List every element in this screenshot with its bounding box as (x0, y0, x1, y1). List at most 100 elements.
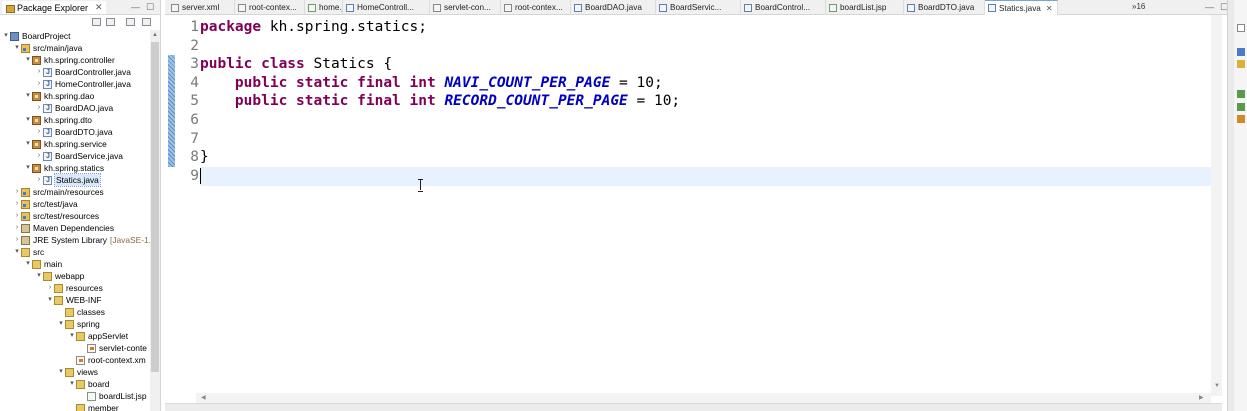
editor-tab[interactable]: BoardDAO.java (571, 0, 656, 15)
tab-overflow-button[interactable]: »16 (1132, 2, 1145, 11)
minimize-icon[interactable]: — (1205, 2, 1214, 13)
expand-arrow-icon[interactable]: ▾ (24, 258, 32, 270)
tree-item[interactable]: ▾ src/main/java (0, 42, 82, 54)
tree-item[interactable]: ▾ WEB-INF (0, 294, 101, 306)
tree-item[interactable]: › BoardService.java (0, 150, 123, 163)
tree-item[interactable]: boardList.jsp (0, 390, 147, 402)
collapse-arrow-icon[interactable]: › (13, 186, 21, 198)
collapse-arrow-icon[interactable]: › (13, 234, 21, 246)
expand-arrow-icon[interactable]: ▾ (68, 330, 76, 342)
tree-item[interactable]: ▾ main (0, 258, 62, 270)
expand-arrow-icon[interactable]: ▾ (24, 90, 32, 102)
tree-item[interactable]: ▾ board (0, 378, 109, 390)
collapse-all-icon[interactable] (92, 18, 101, 26)
view-menu-icon[interactable] (142, 18, 151, 26)
close-icon[interactable]: ✕ (1046, 4, 1053, 13)
editor-tab[interactable]: servlet-con... (430, 0, 501, 15)
tree-item[interactable]: ▾ spring (0, 318, 100, 330)
collapse-arrow-icon[interactable]: › (35, 66, 43, 78)
collapse-arrow-icon[interactable]: › (35, 174, 43, 186)
editor-tab[interactable]: root-contex... (235, 0, 305, 15)
expand-arrow-icon[interactable]: ▾ (57, 366, 65, 378)
code-line[interactable]: public static final int NAVI_COUNT_PER_P… (200, 74, 663, 93)
scroll-left-arrow-icon[interactable]: ◀ (201, 394, 206, 401)
editor-tab[interactable]: home.jsp (305, 0, 343, 15)
tree-item[interactable]: › JRE System Library [JavaSE-1.8 (0, 234, 156, 246)
editor-tab[interactable]: server.xml (168, 0, 235, 15)
tree-item[interactable]: › src/test/resources (0, 210, 99, 222)
tree-item[interactable]: servlet-conte (0, 342, 147, 354)
expand-arrow-icon[interactable]: ▾ (13, 42, 21, 54)
collapse-arrow-icon[interactable]: › (46, 282, 54, 294)
tree-item[interactable]: › resources (0, 282, 103, 294)
tree-item[interactable]: › BoardController.java (0, 66, 131, 79)
code-line[interactable]: public class Statics { (200, 55, 392, 74)
expand-arrow-icon[interactable]: ▾ (35, 270, 43, 282)
editor-vertical-scrollbar[interactable]: ▼ (1211, 15, 1222, 396)
expand-arrow-icon[interactable]: ▾ (2, 30, 10, 42)
tree-item[interactable]: ▾ kh.spring.statics (0, 162, 104, 174)
editor-tab[interactable]: BoardServic... (656, 0, 741, 15)
scroll-right-arrow-icon[interactable]: ▶ (1199, 394, 1204, 401)
tree-item[interactable]: › BoardDTO.java (0, 126, 113, 139)
collapse-arrow-icon[interactable]: › (35, 78, 43, 90)
expand-arrow-icon[interactable]: ▾ (68, 378, 76, 390)
tree-item[interactable]: ▾ BoardProject (0, 30, 70, 42)
collapse-arrow-icon[interactable]: › (35, 102, 43, 114)
editor-tab[interactable]: BoardControl... (741, 0, 826, 15)
close-icon[interactable]: ✕ (95, 2, 103, 13)
collapse-arrow-icon[interactable]: › (35, 150, 43, 162)
tree-item[interactable]: ▾ src (0, 246, 44, 258)
tree-item[interactable]: › Statics.java (0, 173, 101, 187)
servers-icon[interactable] (1237, 115, 1245, 123)
tree-item[interactable]: ▾ kh.spring.dao (0, 90, 94, 102)
outline-icon[interactable] (1237, 24, 1245, 32)
focus-icon[interactable] (126, 18, 135, 26)
tree-item[interactable]: › BoardDAO.java (0, 102, 113, 115)
explorer-scroll-thumb[interactable] (151, 42, 159, 372)
expand-arrow-icon[interactable]: ▾ (24, 54, 32, 66)
expand-arrow-icon[interactable]: ▾ (24, 138, 32, 150)
link-with-editor-icon[interactable] (106, 18, 115, 26)
tree-item[interactable]: › src/main/resources (0, 186, 104, 198)
code-line[interactable]: public static final int RECORD_COUNT_PER… (200, 92, 680, 111)
tree-item[interactable]: › Maven Dependencies (0, 222, 114, 234)
code-text-area[interactable]: package kh.spring.statics; public class S… (200, 15, 1211, 396)
expand-arrow-icon[interactable]: ▾ (13, 246, 21, 258)
sash-divider[interactable] (1227, 0, 1234, 411)
expand-arrow-icon[interactable]: ▾ (46, 294, 54, 306)
code-line[interactable]: } (200, 148, 209, 167)
tree-item[interactable]: ▾ views (0, 366, 98, 378)
code-line[interactable]: package kh.spring.statics; (200, 18, 427, 37)
maximize-icon[interactable]: ☐ (146, 2, 154, 13)
editor-tab[interactable]: root-contex... (501, 0, 571, 15)
tree-item[interactable]: ▾ kh.spring.dto (0, 114, 92, 126)
expand-arrow-icon[interactable]: ▾ (57, 318, 65, 330)
collapse-arrow-icon[interactable]: › (35, 126, 43, 138)
minimize-icon[interactable]: — (131, 2, 140, 13)
tree-item[interactable]: member (0, 402, 119, 411)
tree-item[interactable]: classes (0, 306, 105, 318)
tree-item[interactable]: ▾ webapp (0, 270, 84, 282)
collapse-arrow-icon[interactable]: › (13, 198, 21, 210)
expand-arrow-icon[interactable]: ▾ (24, 162, 32, 174)
editor-tab[interactable]: BoardDTO.java (904, 0, 985, 15)
problems-icon[interactable] (1237, 90, 1245, 98)
editor-horizontal-scrollbar[interactable]: ◀ ▶ (196, 393, 1211, 403)
task-list-icon[interactable] (1237, 48, 1245, 56)
collapse-arrow-icon[interactable]: › (13, 210, 21, 222)
console-icon[interactable] (1237, 103, 1245, 111)
tree-item[interactable]: root-context.xm (0, 354, 146, 366)
tree-item[interactable]: › src/test/java (0, 198, 78, 210)
editor-tab[interactable]: HomeControll... (343, 0, 430, 15)
tree-item[interactable]: ▾ kh.spring.service (0, 138, 107, 150)
package-explorer-tab[interactable]: Package Explorer ✕ (2, 1, 106, 14)
collapse-arrow-icon[interactable]: › (13, 222, 21, 234)
scroll-up-arrow-icon[interactable]: ▲ (152, 32, 158, 38)
hierarchy-icon[interactable] (1237, 60, 1245, 68)
expand-arrow-icon[interactable]: ▾ (24, 114, 32, 126)
tree-item[interactable]: › HomeController.java (0, 78, 131, 91)
editor-tab[interactable]: Statics.java ✕ (985, 0, 1058, 15)
editor-tab[interactable]: boardList.jsp (826, 0, 904, 15)
scroll-down-arrow-icon[interactable]: ▼ (1214, 383, 1220, 389)
